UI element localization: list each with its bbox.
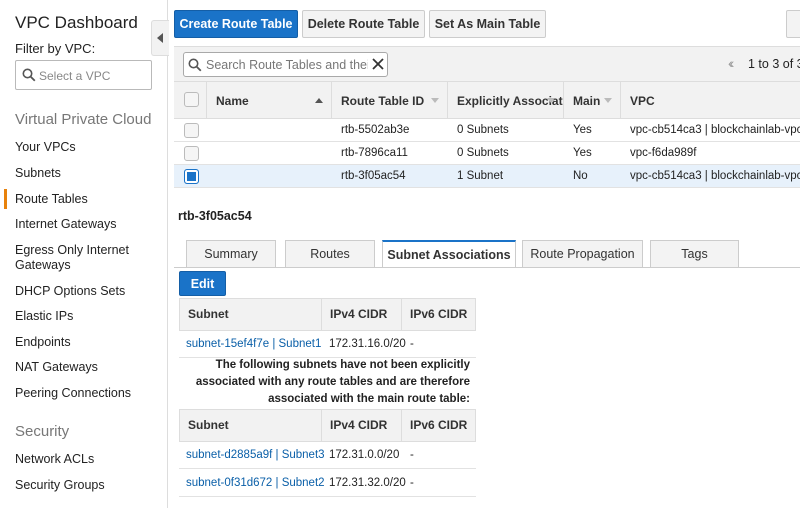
cell-assoc: 0 Subnets xyxy=(457,147,509,159)
section-title-security: Security xyxy=(15,423,70,440)
first-page-icon[interactable]: ‹‹ xyxy=(728,55,735,71)
vpc-filter-select[interactable]: Select a VPC xyxy=(15,60,152,90)
sidebar-item-your-vpcs[interactable]: Your VPCs xyxy=(15,140,160,155)
search-box[interactable] xyxy=(183,52,388,77)
column-vpc[interactable]: VPC xyxy=(621,82,800,119)
column-vpc-label: VPC xyxy=(630,93,655,108)
active-indicator xyxy=(4,189,7,209)
column-subnet: Subnet xyxy=(180,410,322,441)
cell-vpc: vpc-cb514ca3 | blockchainlab-vpc xyxy=(630,124,800,136)
cell-main: No xyxy=(573,170,588,182)
chevron-left-icon xyxy=(157,33,163,43)
collapse-sidebar-button[interactable] xyxy=(151,20,169,56)
sidebar-item-peering-connections[interactable]: Peering Connections xyxy=(15,386,160,401)
search-icon xyxy=(188,58,202,72)
column-subnet: Subnet xyxy=(180,299,322,330)
column-main-label: Main xyxy=(573,93,601,108)
select-all-cell xyxy=(174,82,207,119)
sort-up-icon xyxy=(315,98,323,103)
column-ipv4-cidr: IPv4 CIDR xyxy=(322,410,402,441)
subnet-ipv6: - xyxy=(410,338,414,350)
sidebar-item-subnets[interactable]: Subnets xyxy=(15,166,160,181)
sidebar-title[interactable]: VPC Dashboard xyxy=(15,13,138,33)
subnet-ipv4: 172.31.0.0/20 xyxy=(329,449,400,461)
delete-route-table-button[interactable]: Delete Route Table xyxy=(302,10,425,38)
tab-route-propagation[interactable]: Route Propagation xyxy=(522,240,643,267)
cell-assoc: 0 Subnets xyxy=(457,124,509,136)
subnet-ipv6: - xyxy=(410,449,414,461)
row-checkbox[interactable] xyxy=(184,146,199,161)
table-row[interactable]: rtb-7896ca11 0 Subnets Yes vpc-f6da989f xyxy=(174,142,800,165)
associated-subnets-header: Subnet IPv4 CIDR IPv6 CIDR xyxy=(179,298,476,331)
sidebar-item-network-acls[interactable]: Network ACLs xyxy=(15,452,160,467)
cell-vpc: vpc-cb514ca3 | blockchainlab-vpc xyxy=(630,170,800,182)
subnet-link[interactable]: subnet-15ef4f7e | Subnet1 xyxy=(186,330,321,358)
filter-label: Filter by VPC: xyxy=(15,41,96,56)
tab-routes[interactable]: Routes xyxy=(285,240,375,267)
sidebar-item-elastic-ips[interactable]: Elastic IPs xyxy=(15,309,160,324)
tab-subnet-associations[interactable]: Subnet Associations xyxy=(382,240,516,268)
sidebar-item-nat-gateways[interactable]: NAT Gateways xyxy=(15,360,160,375)
route-tables-header: Name Route Table ID Explicitly Associat … xyxy=(174,82,800,119)
cell-vpc: vpc-f6da989f xyxy=(630,147,697,159)
sort-down-icon xyxy=(547,98,555,103)
row-checkbox[interactable] xyxy=(184,123,199,138)
create-route-table-button[interactable]: Create Route Table xyxy=(174,10,298,38)
row-checkbox-checked[interactable] xyxy=(184,169,199,184)
detail-title: rtb-3f05ac54 xyxy=(178,209,252,223)
sidebar-item-route-tables[interactable]: Route Tables xyxy=(15,192,160,207)
tab-tags[interactable]: Tags xyxy=(650,240,739,267)
sidebar-item-endpoints[interactable]: Endpoints xyxy=(15,335,160,350)
column-name[interactable]: Name xyxy=(207,82,332,119)
cell-route-table-id: rtb-3f05ac54 xyxy=(341,170,406,182)
clear-icon[interactable] xyxy=(371,57,385,71)
search-input[interactable] xyxy=(206,56,368,73)
column-main[interactable]: Main xyxy=(564,82,621,119)
cell-assoc: 1 Subnet xyxy=(457,170,504,182)
subnet-ipv4: 172.31.16.0/20 xyxy=(329,338,406,350)
main-table-note: The following subnets have not been expl… xyxy=(195,359,470,405)
cell-main: Yes xyxy=(573,124,592,136)
sidebar-item-egress-only-gateways[interactable]: Egress Only Internet Gateways xyxy=(15,243,135,273)
column-ipv6-cidr: IPv6 CIDR xyxy=(410,418,468,432)
sort-down-icon xyxy=(431,98,439,103)
column-name-label: Name xyxy=(216,93,249,108)
sidebar-item-security-groups[interactable]: Security Groups xyxy=(15,478,160,493)
cell-route-table-id: rtb-7896ca11 xyxy=(341,147,408,159)
select-all-checkbox[interactable] xyxy=(184,92,199,107)
column-id-label: Route Table ID xyxy=(341,93,425,108)
cell-route-table-id: rtb-5502ab3e xyxy=(341,124,410,136)
subnet-row: subnet-d2885a9f | Subnet3 172.31.0.0/20 … xyxy=(179,441,476,469)
tabs-divider xyxy=(174,267,800,268)
table-row[interactable]: rtb-5502ab3e 0 Subnets Yes vpc-cb514ca3 … xyxy=(174,119,800,142)
subnet-row: subnet-0f31d672 | Subnet2 172.31.32.0/20… xyxy=(179,469,476,497)
section-title-vpc: Virtual Private Cloud xyxy=(15,111,152,128)
pagination-text: 1 to 3 of 3 xyxy=(748,57,800,71)
table-row-selected[interactable]: rtb-3f05ac54 1 Subnet No vpc-cb514ca3 | … xyxy=(174,165,800,188)
column-explicitly-associated[interactable]: Explicitly Associat xyxy=(448,82,564,119)
sort-down-icon xyxy=(604,98,612,103)
tab-summary[interactable]: Summary xyxy=(186,240,276,267)
search-bar xyxy=(174,46,800,82)
vpc-filter-placeholder: Select a VPC xyxy=(39,69,111,83)
cell-main: Yes xyxy=(573,147,592,159)
subnet-ipv6: - xyxy=(410,477,414,489)
subnet-link[interactable]: subnet-0f31d672 | Subnet2 xyxy=(186,469,325,497)
subnet-link[interactable]: subnet-d2885a9f | Subnet3 xyxy=(186,441,325,469)
sidebar-item-internet-gateways[interactable]: Internet Gateways xyxy=(15,217,160,232)
set-main-table-button[interactable]: Set As Main Table xyxy=(429,10,546,38)
sidebar: VPC Dashboard Filter by VPC: Select a VP… xyxy=(0,0,168,508)
subnet-ipv4: 172.31.32.0/20 xyxy=(329,477,406,489)
subnet-row: subnet-15ef4f7e | Subnet1 172.31.16.0/20… xyxy=(179,330,476,358)
column-ipv4-cidr: IPv4 CIDR xyxy=(322,299,402,330)
column-ipv6-cidr: IPv6 CIDR xyxy=(410,307,468,321)
edit-button[interactable]: Edit xyxy=(179,271,226,296)
toolbar-overflow-button[interactable] xyxy=(786,10,800,38)
column-route-table-id[interactable]: Route Table ID xyxy=(332,82,448,119)
unassociated-subnets-header: Subnet IPv4 CIDR IPv6 CIDR xyxy=(179,409,476,442)
search-icon xyxy=(22,68,36,82)
sidebar-item-dhcp-options[interactable]: DHCP Options Sets xyxy=(15,284,160,299)
